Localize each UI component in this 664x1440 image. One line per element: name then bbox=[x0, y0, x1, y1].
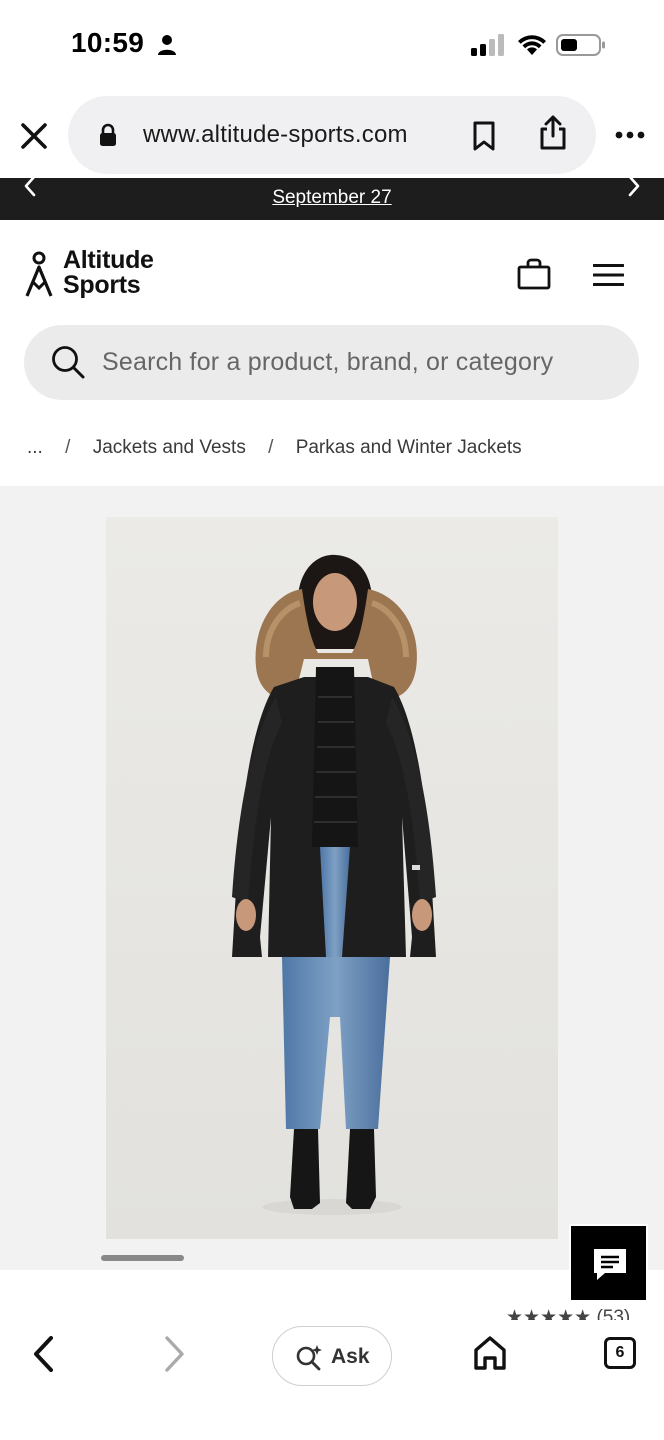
lock-icon bbox=[100, 123, 116, 146]
home-icon[interactable] bbox=[472, 1334, 508, 1372]
chat-button[interactable] bbox=[569, 1224, 648, 1302]
breadcrumb-parkas[interactable]: Parkas and Winter Jackets bbox=[296, 437, 522, 459]
chevron-right-icon[interactable] bbox=[622, 174, 646, 198]
ai-search-sparkle-icon bbox=[296, 1345, 322, 1371]
logo-line-1: Altitude bbox=[63, 246, 154, 274]
gallery-scroll-indicator[interactable] bbox=[101, 1255, 184, 1261]
battery-icon bbox=[556, 34, 605, 56]
status-bar: 10:59 bbox=[0, 0, 664, 92]
product-image[interactable] bbox=[106, 517, 558, 1239]
breadcrumb: ... / Jackets and Vests / Parkas and Win… bbox=[27, 437, 522, 459]
site-logo[interactable]: Altitude Sports bbox=[63, 248, 154, 298]
more-icon[interactable] bbox=[614, 130, 646, 140]
breadcrumb-ellipsis[interactable]: ... bbox=[27, 437, 43, 459]
share-icon[interactable] bbox=[538, 114, 568, 150]
search-placeholder: Search for a product, brand, or category bbox=[102, 348, 554, 376]
wifi-icon bbox=[518, 35, 546, 55]
promo-banner: September 27 bbox=[0, 175, 664, 220]
logo-line-2: Sports bbox=[63, 271, 141, 299]
browser-bottom-toolbar: Ask 6 bbox=[0, 1320, 664, 1440]
breadcrumb-separator: / bbox=[65, 437, 71, 458]
cellular-signal-icon bbox=[471, 34, 504, 56]
ask-button[interactable]: Ask bbox=[272, 1326, 392, 1386]
tabs-button[interactable]: 6 bbox=[604, 1337, 636, 1369]
shopping-bag-icon[interactable] bbox=[517, 258, 551, 290]
product-rating: ★★★★★ (53) bbox=[506, 1307, 631, 1320]
browser-toolbar: www.altitude-sports.com bbox=[0, 92, 664, 178]
tabs-count: 6 bbox=[615, 1344, 625, 1361]
breadcrumb-jackets-and-vests[interactable]: Jackets and Vests bbox=[93, 437, 246, 459]
chat-bubble-icon bbox=[594, 1249, 626, 1280]
logo-mark-icon[interactable] bbox=[24, 250, 54, 298]
breadcrumb-separator: / bbox=[268, 437, 274, 458]
ask-label: Ask bbox=[331, 1345, 370, 1368]
person-icon bbox=[158, 35, 176, 55]
bookmark-icon[interactable] bbox=[471, 121, 497, 151]
forward-arrow-icon[interactable] bbox=[158, 1334, 190, 1374]
url-text[interactable]: www.altitude-sports.com bbox=[143, 121, 408, 149]
close-icon[interactable] bbox=[18, 120, 50, 152]
back-arrow-icon[interactable] bbox=[28, 1334, 60, 1374]
promo-link[interactable]: September 27 bbox=[0, 187, 664, 209]
search-icon bbox=[52, 346, 85, 379]
product-photo-illustration bbox=[106, 517, 558, 1239]
status-time: 10:59 bbox=[71, 27, 145, 58]
hamburger-menu-icon[interactable] bbox=[593, 263, 624, 287]
